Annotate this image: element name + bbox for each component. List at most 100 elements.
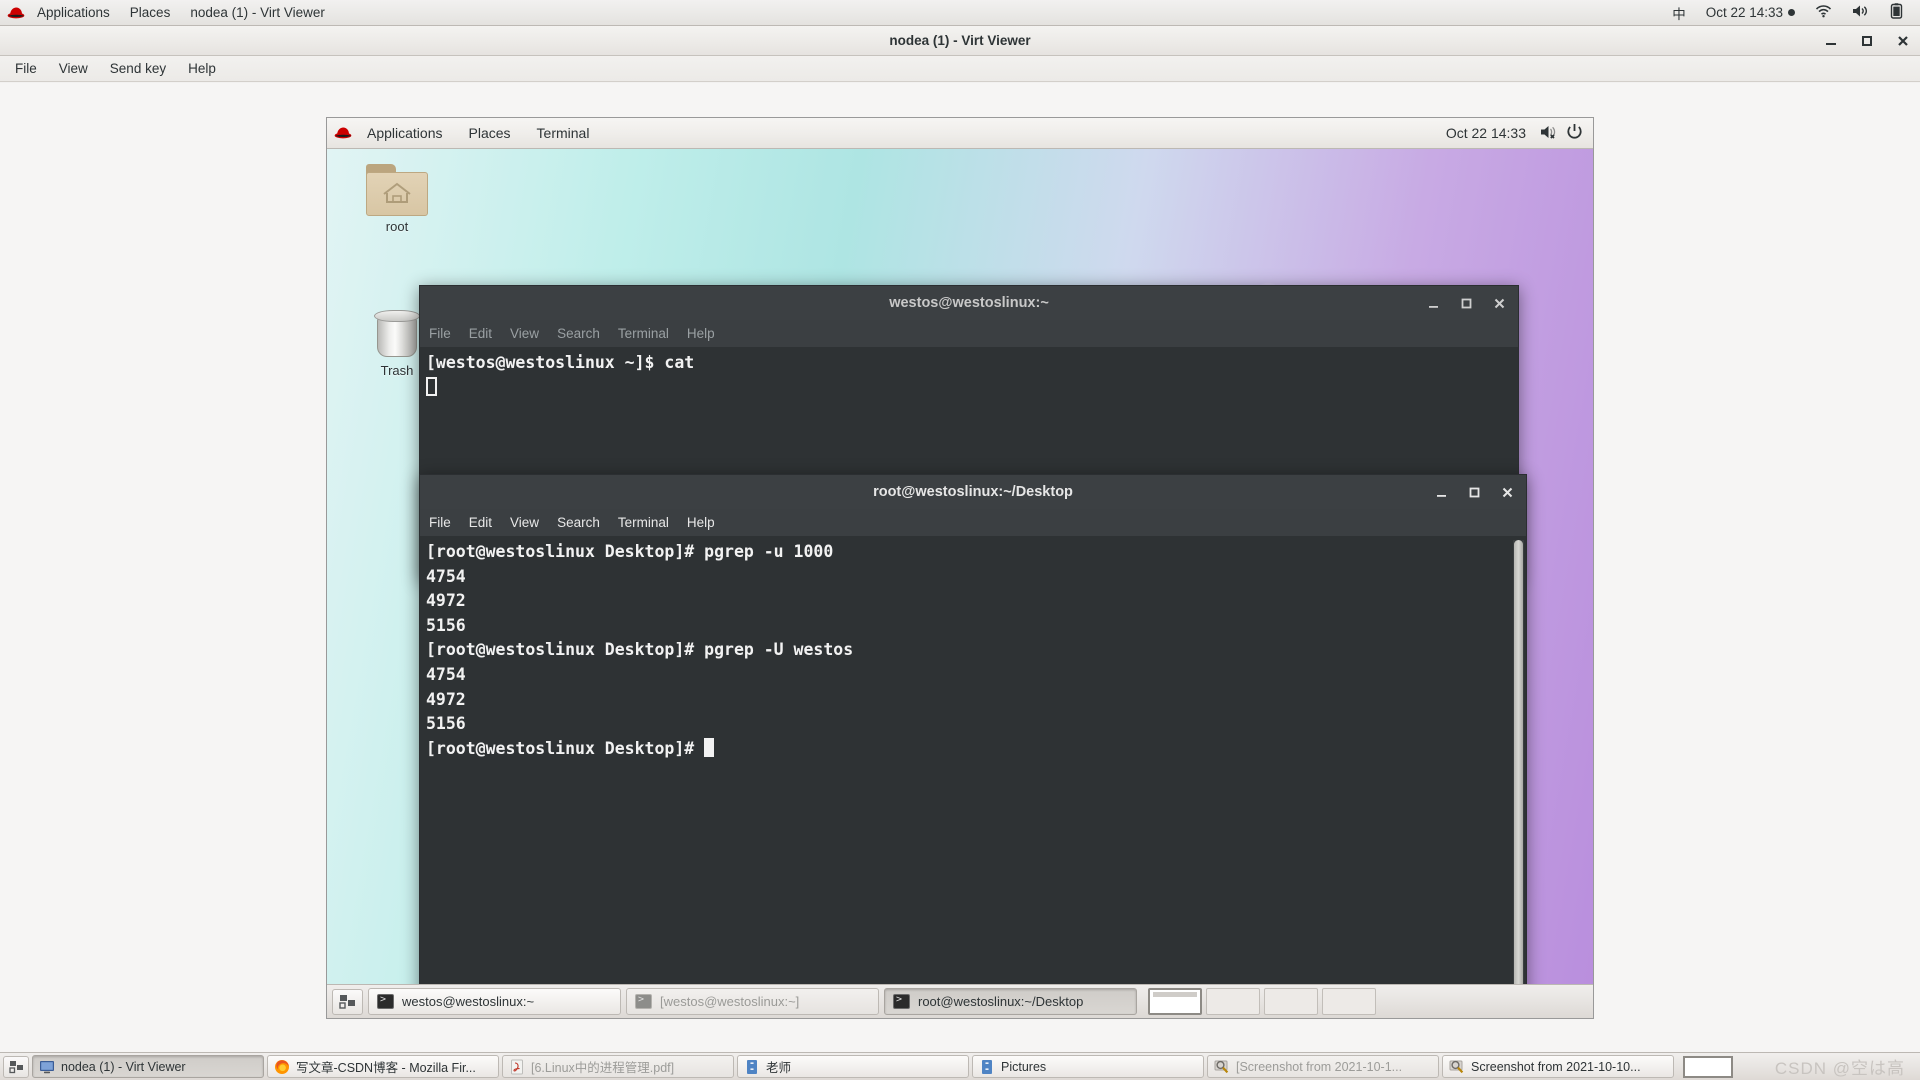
host-task-screenshot-2[interactable]: Screenshot from 2021-10-10... <box>1442 1055 1674 1078</box>
scrollbar-thumb[interactable] <box>1514 540 1523 990</box>
terminal-root-output[interactable]: [root@westoslinux Desktop]# pgrep -u 100… <box>419 536 1527 1008</box>
guest-active-app-label[interactable]: Terminal <box>524 118 603 149</box>
close-icon[interactable] <box>1501 486 1514 499</box>
minimize-icon[interactable] <box>1824 34 1838 48</box>
trash-icon <box>372 308 422 360</box>
vertical-scrollbar[interactable] <box>1513 540 1524 1003</box>
redhat-logo-icon <box>6 4 26 22</box>
terminal-root-titlebar[interactable]: root@westoslinux:~/Desktop <box>419 474 1527 509</box>
guest-applications-menu[interactable]: Applications <box>354 118 456 149</box>
terminal-menu-edit[interactable]: Edit <box>460 320 501 347</box>
guest-redhat-logo-icon <box>333 124 353 142</box>
workspace-1[interactable] <box>1148 988 1202 1015</box>
volume-icon[interactable] <box>1843 4 1879 21</box>
host-applications-menu[interactable]: Applications <box>27 0 120 26</box>
firefox-icon <box>274 1059 290 1075</box>
terminal-icon <box>635 994 652 1009</box>
show-desktop-icon[interactable] <box>332 988 363 1015</box>
host-task-pictures-folder[interactable]: Pictures <box>972 1055 1204 1078</box>
guest-task-westos-minimized[interactable]: [westos@westoslinux:~] <box>626 988 879 1015</box>
host-workspace-switcher[interactable] <box>1683 1055 1733 1078</box>
host-task-firefox[interactable]: 写文章-CSDN博客 - Mozilla Fir... <box>267 1055 499 1078</box>
minimize-icon[interactable] <box>1435 486 1448 499</box>
host-taskbar: nodea (1) - Virt Viewer 写文章-CSDN博客 - Moz… <box>0 1052 1920 1080</box>
minimize-icon[interactable] <box>1427 297 1440 310</box>
terminal-westos-window-controls <box>1427 286 1506 321</box>
workspace-4[interactable] <box>1322 988 1376 1015</box>
terminal-root-line-3: 5156 <box>426 615 466 635</box>
host-task-label: Screenshot from 2021-10-10... <box>1471 1059 1641 1074</box>
terminal-westos-menubar: File Edit View Search Terminal Help <box>419 320 1519 347</box>
host-task-pdf[interactable]: [6.Linux中的进程管理.pdf] <box>502 1055 734 1078</box>
terminal-menu-view[interactable]: View <box>501 509 548 536</box>
desktop-icon-root-label: root <box>385 219 409 234</box>
terminal-menu-file[interactable]: File <box>420 320 460 347</box>
battery-icon[interactable] <box>1881 3 1912 22</box>
volume-muted-icon[interactable] <box>1540 124 1560 143</box>
terminal-window-root[interactable]: root@westoslinux:~/Desktop File Edit Vie… <box>419 474 1527 1008</box>
maximize-icon[interactable] <box>1460 297 1473 310</box>
host-clock-text: Oct 22 14:33 <box>1705 5 1783 20</box>
terminal-root-line-7: 5156 <box>426 714 466 734</box>
terminal-root-line-1: 4754 <box>426 566 466 586</box>
wifi-icon[interactable] <box>1806 4 1841 21</box>
host-task-teacher-folder[interactable]: 老师 <box>737 1055 969 1078</box>
terminal-root-cursor <box>704 737 715 757</box>
terminal-icon <box>377 994 394 1009</box>
menu-send-key[interactable]: Send key <box>99 56 177 82</box>
terminal-menu-terminal[interactable]: Terminal <box>609 509 678 536</box>
guest-status-area: Oct 22 14:33 <box>1438 123 1593 143</box>
virt-viewer-window-controls <box>1824 26 1910 56</box>
terminal-menu-terminal[interactable]: Terminal <box>609 320 678 347</box>
close-icon[interactable] <box>1896 34 1910 48</box>
host-input-method-indicator[interactable]: 中 <box>1663 3 1695 23</box>
host-active-window-label[interactable]: nodea (1) - Virt Viewer <box>180 0 335 26</box>
host-places-menu[interactable]: Places <box>120 0 181 26</box>
terminal-menu-search[interactable]: Search <box>548 320 609 347</box>
guest-task-westos-home[interactable]: westos@westoslinux:~ <box>368 988 621 1015</box>
terminal-root-line-0: [root@westoslinux Desktop]# pgrep -u 100… <box>426 542 834 561</box>
maximize-icon[interactable] <box>1468 486 1481 499</box>
power-icon[interactable] <box>1566 123 1583 143</box>
workspace-3[interactable] <box>1264 988 1318 1015</box>
terminal-menu-help[interactable]: Help <box>678 320 724 347</box>
terminal-root-line-2: 4972 <box>426 591 466 611</box>
menu-view[interactable]: View <box>48 56 99 82</box>
csdn-watermark: CSDN @空は高 <box>1774 1059 1905 1078</box>
menu-file[interactable]: File <box>4 56 48 82</box>
terminal-menu-search[interactable]: Search <box>548 509 609 536</box>
desktop-icon-root[interactable]: root <box>349 164 445 234</box>
maximize-icon[interactable] <box>1860 34 1874 48</box>
host-task-label: 写文章-CSDN博客 - Mozilla Fir... <box>296 1061 476 1075</box>
terminal-westos-titlebar[interactable]: westos@westoslinux:~ <box>419 285 1519 320</box>
close-icon[interactable] <box>1493 297 1506 310</box>
terminal-menu-help[interactable]: Help <box>678 509 724 536</box>
show-desktop-icon[interactable] <box>3 1055 29 1078</box>
terminal-root-window-controls <box>1435 475 1514 510</box>
terminal-menu-view[interactable]: View <box>501 320 548 347</box>
terminal-root-line-5: 4754 <box>426 664 466 684</box>
terminal-menu-file[interactable]: File <box>420 509 460 536</box>
image-viewer-icon <box>1449 1059 1465 1075</box>
virt-viewer-title: nodea (1) - Virt Viewer <box>889 33 1031 48</box>
host-top-panel: Applications Places nodea (1) - Virt Vie… <box>0 0 1920 26</box>
guest-task-label: westos@westoslinux:~ <box>402 994 535 1009</box>
guest-task-label: [westos@westoslinux:~] <box>660 994 800 1009</box>
recording-dot-icon <box>1788 9 1795 16</box>
menu-help[interactable]: Help <box>177 56 227 82</box>
virt-viewer-titlebar[interactable]: nodea (1) - Virt Viewer <box>0 26 1920 56</box>
workspace-2[interactable] <box>1206 988 1260 1015</box>
guest-desktop: Applications Places Terminal Oct 22 14:3… <box>327 118 1593 1018</box>
virt-viewer-guest-canvas: Applications Places Terminal Oct 22 14:3… <box>0 83 1920 1052</box>
host-task-screenshot-1[interactable]: [Screenshot from 2021-10-1... <box>1207 1055 1439 1078</box>
home-folder-icon <box>366 164 428 216</box>
terminal-root-line-4: [root@westoslinux Desktop]# pgrep -U wes… <box>426 640 854 660</box>
guest-clock[interactable]: Oct 22 14:33 <box>1438 125 1534 141</box>
host-task-virt-viewer[interactable]: nodea (1) - Virt Viewer <box>32 1055 264 1078</box>
terminal-menu-edit[interactable]: Edit <box>460 509 501 536</box>
virt-viewer-window: nodea (1) - Virt Viewer File View Send k… <box>0 26 1920 1052</box>
guest-places-menu[interactable]: Places <box>456 118 524 149</box>
guest-task-root-desktop[interactable]: root@westoslinux:~/Desktop <box>884 988 1137 1015</box>
terminal-root-line-6: 4972 <box>426 689 466 709</box>
host-clock[interactable]: Oct 22 14:33 <box>1697 5 1804 20</box>
